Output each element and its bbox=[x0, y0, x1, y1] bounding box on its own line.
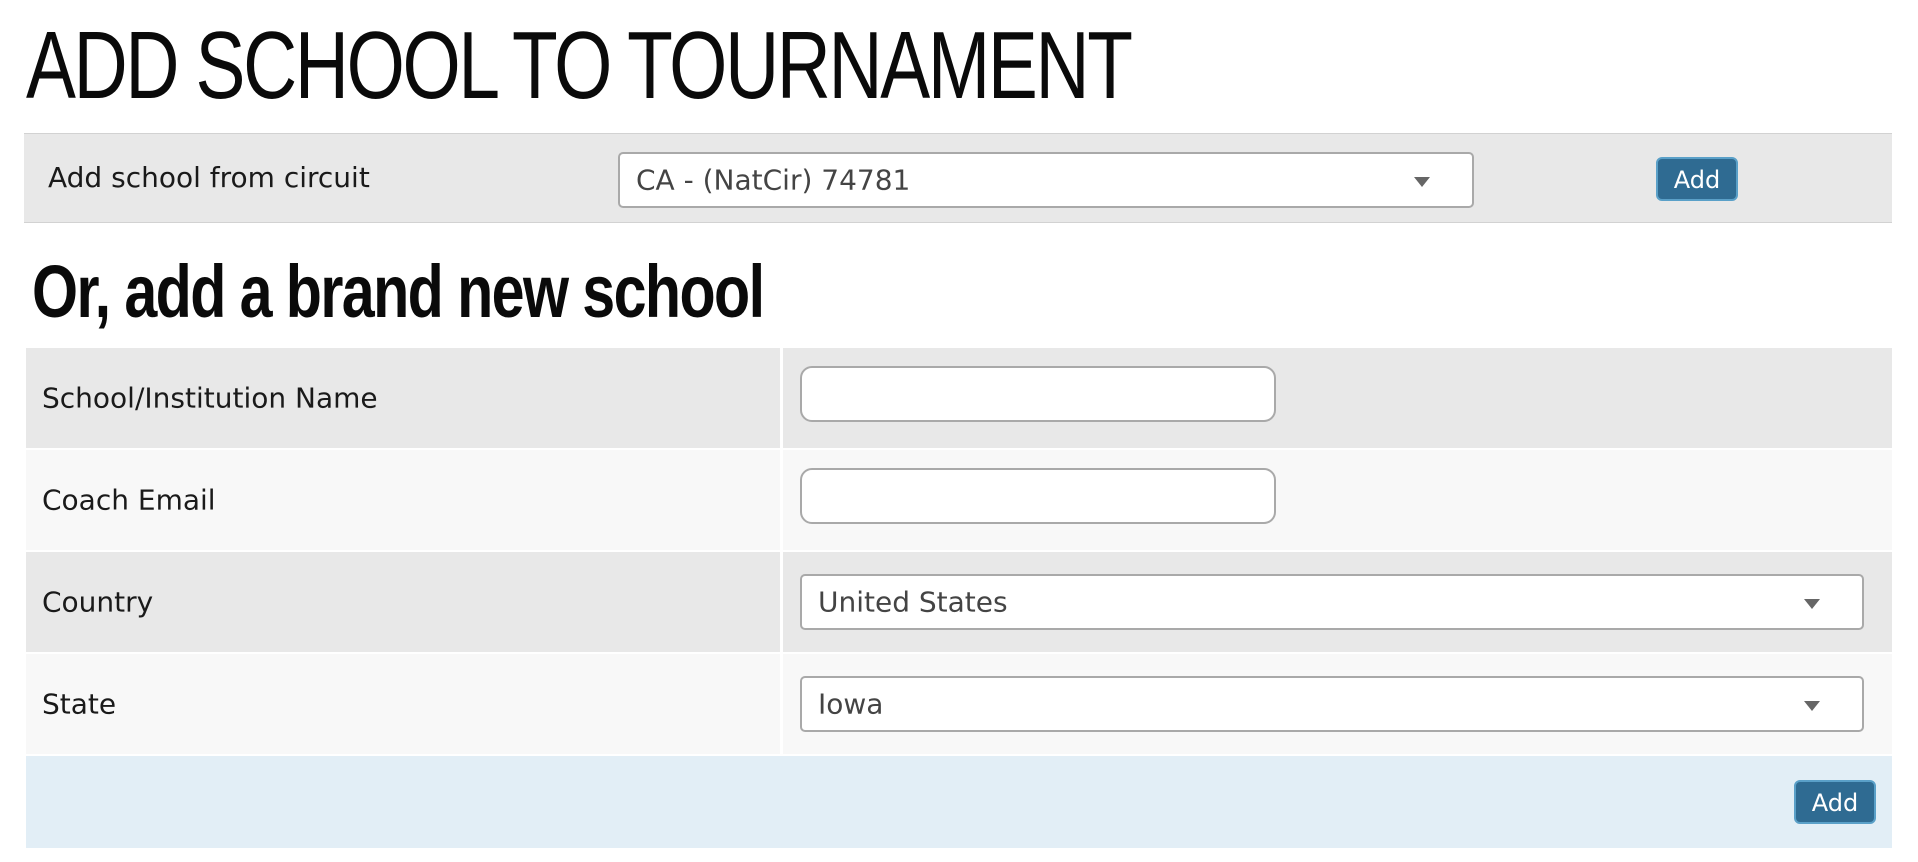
column-divider bbox=[780, 348, 783, 448]
column-divider bbox=[780, 552, 783, 652]
country-label: Country bbox=[42, 585, 154, 619]
chevron-down-icon bbox=[1804, 599, 1820, 609]
new-school-form: School/Institution Name Coach Email Coun… bbox=[26, 348, 1892, 848]
form-row-email: Coach Email bbox=[26, 450, 1892, 552]
column-divider bbox=[780, 654, 783, 754]
coach-email-label: Coach Email bbox=[42, 483, 216, 517]
add-circuit-school-button[interactable]: Add bbox=[1656, 157, 1738, 201]
form-row-country: Country United States bbox=[26, 552, 1892, 654]
chevron-down-icon bbox=[1414, 177, 1430, 187]
circuit-school-selected: CA - (NatCir) 74781 bbox=[636, 163, 911, 197]
chevron-down-icon bbox=[1804, 701, 1820, 711]
circuit-school-select[interactable]: CA - (NatCir) 74781 bbox=[618, 152, 1474, 208]
country-selected: United States bbox=[818, 585, 1008, 619]
state-selected: Iowa bbox=[818, 687, 884, 721]
new-school-heading: Or, add a brand new school bbox=[32, 250, 765, 333]
coach-email-input[interactable] bbox=[800, 468, 1276, 524]
form-row-state: State Iowa bbox=[26, 654, 1892, 756]
state-select[interactable]: Iowa bbox=[800, 676, 1864, 732]
circuit-bar: Add school from circuit CA - (NatCir) 74… bbox=[24, 133, 1892, 223]
state-label: State bbox=[42, 687, 117, 721]
page-title: ADD SCHOOL TO TOURNAMENT bbox=[26, 12, 1133, 119]
column-divider bbox=[780, 450, 783, 550]
circuit-label: Add school from circuit bbox=[48, 161, 370, 194]
school-name-input[interactable] bbox=[800, 366, 1276, 422]
country-select[interactable]: United States bbox=[800, 574, 1864, 630]
page: ADD SCHOOL TO TOURNAMENT Add school from… bbox=[0, 0, 1918, 862]
add-new-school-button[interactable]: Add bbox=[1794, 780, 1876, 824]
form-footer: Add bbox=[26, 756, 1892, 848]
form-row-name: School/Institution Name bbox=[26, 348, 1892, 450]
school-name-label: School/Institution Name bbox=[42, 381, 378, 415]
